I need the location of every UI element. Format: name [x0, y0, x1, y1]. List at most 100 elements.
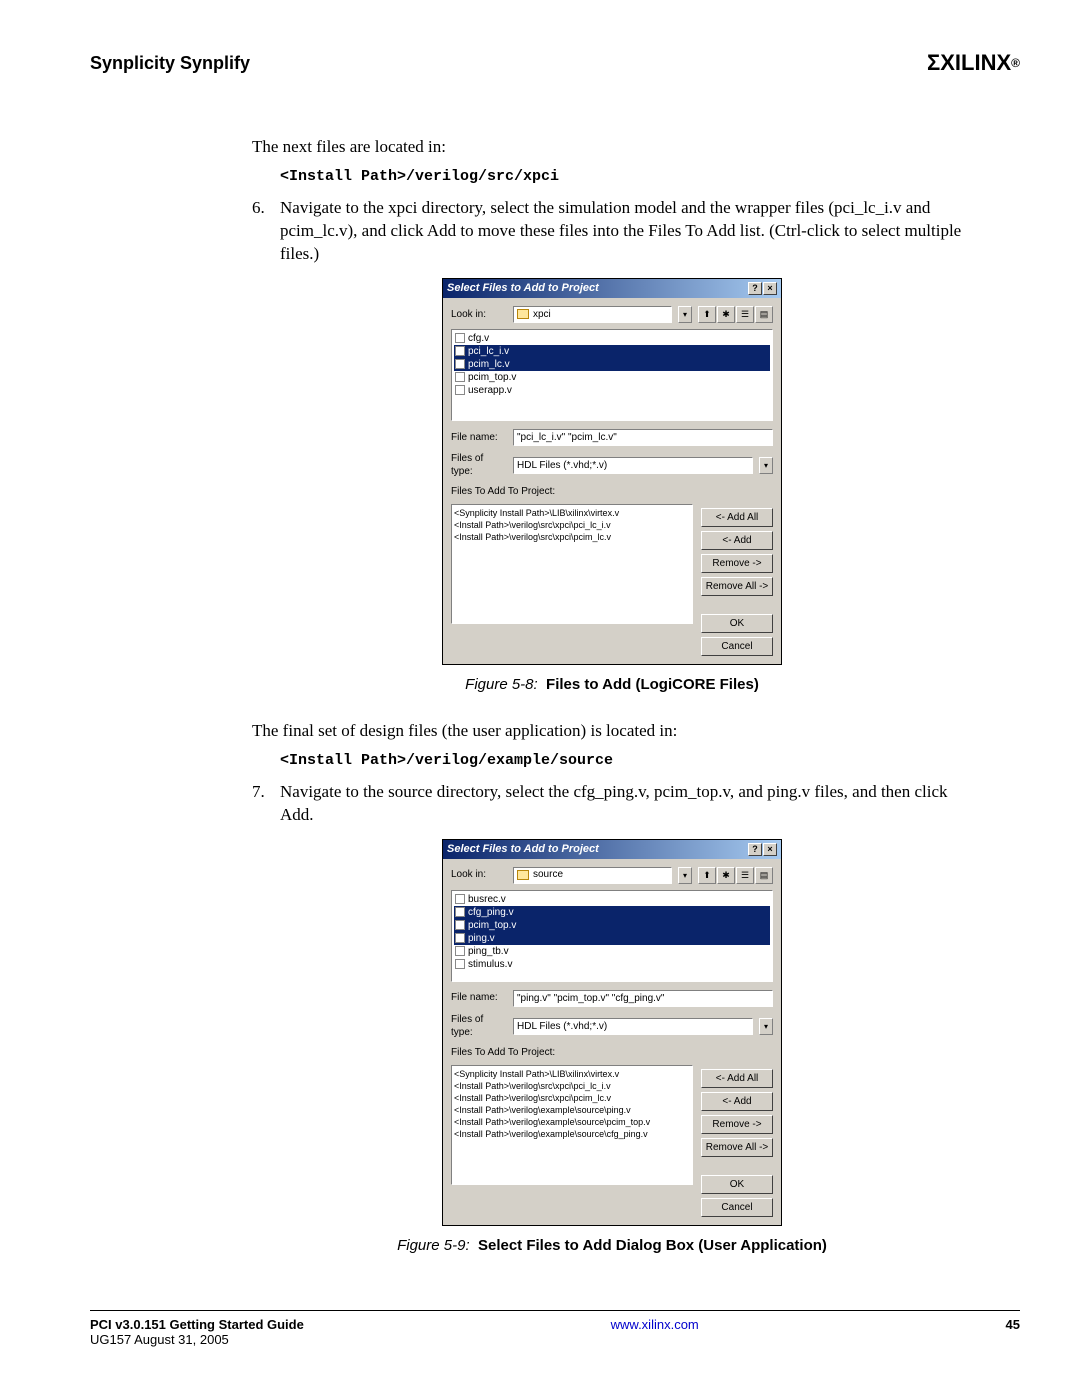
file-item[interactable]: cfg_ping.v	[454, 906, 770, 919]
chevron-down-icon[interactable]: ▾	[678, 306, 692, 323]
footer-left: PCI v3.0.151 Getting Started Guide UG157…	[90, 1317, 304, 1347]
file-item[interactable]: busrec.v	[454, 893, 770, 906]
step-7-text: Navigate to the source directory, select…	[280, 781, 972, 827]
lookin-label: Look in:	[451, 308, 507, 322]
step-6-number: 6.	[252, 197, 280, 266]
page-header-title: Synplicity Synplify	[90, 53, 250, 74]
addlist-label: Files To Add To Project:	[451, 1046, 773, 1060]
file-item[interactable]: stimulus.v	[454, 958, 770, 971]
file-item[interactable]: pcim_top.v	[454, 919, 770, 932]
file-icon	[455, 946, 465, 956]
cancel-button[interactable]: Cancel	[701, 1198, 773, 1217]
new-folder-icon[interactable]: ✱	[717, 867, 735, 884]
add-button[interactable]: <- Add	[701, 1092, 773, 1111]
intro-paragraph: The next files are located in:	[252, 136, 972, 159]
step-7-number: 7.	[252, 781, 280, 827]
footer-url-link[interactable]: www.xilinx.com	[611, 1317, 699, 1347]
file-item[interactable]: cfg.v	[454, 332, 770, 345]
file-item[interactable]: ping_tb.v	[454, 945, 770, 958]
lookin-label: Look in:	[451, 868, 507, 882]
filetype-dropdown[interactable]: HDL Files (*.vhd;*.v)	[513, 1018, 753, 1035]
list-item[interactable]: <Install Path>\verilog\src\xpci\pcim_lc.…	[454, 1092, 690, 1104]
remove-button[interactable]: Remove ->	[701, 1115, 773, 1134]
figure-5-9-caption: Figure 5-9: Select Files to Add Dialog B…	[252, 1236, 972, 1256]
step-6: 6. Navigate to the xpci directory, selec…	[252, 197, 972, 266]
filename-input[interactable]: "ping.v" "pcim_top.v" "cfg_ping.v"	[513, 990, 773, 1007]
filename-label: File name:	[451, 431, 507, 445]
figure-5-8-caption: Figure 5-8: Files to Add (LogiCORE Files…	[252, 675, 972, 695]
dialog-files-to-add-2: Select Files to Add to Project ? × Look …	[442, 839, 782, 1226]
help-icon[interactable]: ?	[748, 843, 762, 856]
file-icon	[455, 346, 465, 356]
lookin-dropdown[interactable]: xpci	[513, 306, 672, 323]
filename-input[interactable]: "pci_lc_i.v" "pcim_lc.v"	[513, 429, 773, 446]
folder-icon	[517, 870, 529, 880]
list-item[interactable]: <Synplicity Install Path>\LIB\xilinx\vir…	[454, 1068, 690, 1080]
dialog1-title: Select Files to Add to Project	[447, 281, 599, 296]
xilinx-logo: ΣXILINX®	[927, 50, 1020, 76]
dialog2-title: Select Files to Add to Project	[447, 842, 599, 857]
list-item[interactable]: <Install Path>\verilog\example\source\cf…	[454, 1128, 690, 1140]
list-item[interactable]: <Install Path>\verilog\src\xpci\pci_lc_i…	[454, 519, 690, 531]
file-icon	[455, 920, 465, 930]
remove-all-button[interactable]: Remove All ->	[701, 577, 773, 596]
file-icon	[455, 894, 465, 904]
addlist-label: Files To Add To Project:	[451, 485, 773, 499]
up-folder-icon[interactable]: ⬆	[698, 306, 716, 323]
file-item[interactable]: pcim_top.v	[454, 371, 770, 384]
ok-button[interactable]: OK	[701, 614, 773, 633]
filetype-label: Files of type:	[451, 452, 507, 479]
filetype-dropdown[interactable]: HDL Files (*.vhd;*.v)	[513, 457, 753, 474]
chevron-down-icon[interactable]: ▾	[678, 867, 692, 884]
ok-button[interactable]: OK	[701, 1175, 773, 1194]
file-list[interactable]: busrec.v cfg_ping.v pcim_top.v ping.v pi…	[451, 890, 773, 982]
code-path-1: <Install Path>/verilog/src/xpci	[280, 167, 972, 187]
logo-glyph: Σ	[927, 50, 938, 76]
page-number: 45	[1006, 1317, 1020, 1347]
chevron-down-icon[interactable]: ▾	[759, 1018, 773, 1035]
up-folder-icon[interactable]: ⬆	[698, 867, 716, 884]
remove-all-button[interactable]: Remove All ->	[701, 1138, 773, 1157]
list-item[interactable]: <Install Path>\verilog\src\xpci\pcim_lc.…	[454, 531, 690, 543]
files-to-add-list[interactable]: <Synplicity Install Path>\LIB\xilinx\vir…	[451, 1065, 693, 1185]
details-view-icon[interactable]: ▤	[755, 306, 773, 323]
file-item[interactable]: userapp.v	[454, 384, 770, 397]
list-item[interactable]: <Install Path>\verilog\example\source\pc…	[454, 1116, 690, 1128]
filetype-label: Files of type:	[451, 1013, 507, 1040]
file-list[interactable]: cfg.v pci_lc_i.v pcim_lc.v pcim_top.v us…	[451, 329, 773, 421]
list-item[interactable]: <Install Path>\verilog\example\source\pi…	[454, 1104, 690, 1116]
step-6-text: Navigate to the xpci directory, select t…	[280, 197, 972, 266]
list-view-icon[interactable]: ☰	[736, 306, 754, 323]
code-path-2: <Install Path>/verilog/example/source	[280, 751, 972, 771]
close-icon[interactable]: ×	[763, 843, 777, 856]
file-icon	[455, 907, 465, 917]
file-item[interactable]: pci_lc_i.v	[454, 345, 770, 358]
folder-icon	[517, 309, 529, 319]
file-icon	[455, 933, 465, 943]
files-to-add-list[interactable]: <Synplicity Install Path>\LIB\xilinx\vir…	[451, 504, 693, 624]
file-icon	[455, 385, 465, 395]
add-button[interactable]: <- Add	[701, 531, 773, 550]
filename-label: File name:	[451, 991, 507, 1005]
dialog-files-to-add-1: Select Files to Add to Project ? × Look …	[442, 278, 782, 665]
help-icon[interactable]: ?	[748, 282, 762, 295]
new-folder-icon[interactable]: ✱	[717, 306, 735, 323]
lookin-dropdown[interactable]: source	[513, 867, 672, 884]
mid-paragraph: The final set of design files (the user …	[252, 720, 972, 743]
list-view-icon[interactable]: ☰	[736, 867, 754, 884]
file-item[interactable]: pcim_lc.v	[454, 358, 770, 371]
close-icon[interactable]: ×	[763, 282, 777, 295]
file-icon	[455, 959, 465, 969]
list-item[interactable]: <Synplicity Install Path>\LIB\xilinx\vir…	[454, 507, 690, 519]
file-icon	[455, 372, 465, 382]
remove-button[interactable]: Remove ->	[701, 554, 773, 573]
list-item[interactable]: <Install Path>\verilog\src\xpci\pci_lc_i…	[454, 1080, 690, 1092]
file-item[interactable]: ping.v	[454, 932, 770, 945]
details-view-icon[interactable]: ▤	[755, 867, 773, 884]
add-all-button[interactable]: <- Add All	[701, 508, 773, 527]
file-icon	[455, 333, 465, 343]
chevron-down-icon[interactable]: ▾	[759, 457, 773, 474]
add-all-button[interactable]: <- Add All	[701, 1069, 773, 1088]
step-7: 7. Navigate to the source directory, sel…	[252, 781, 972, 827]
cancel-button[interactable]: Cancel	[701, 637, 773, 656]
